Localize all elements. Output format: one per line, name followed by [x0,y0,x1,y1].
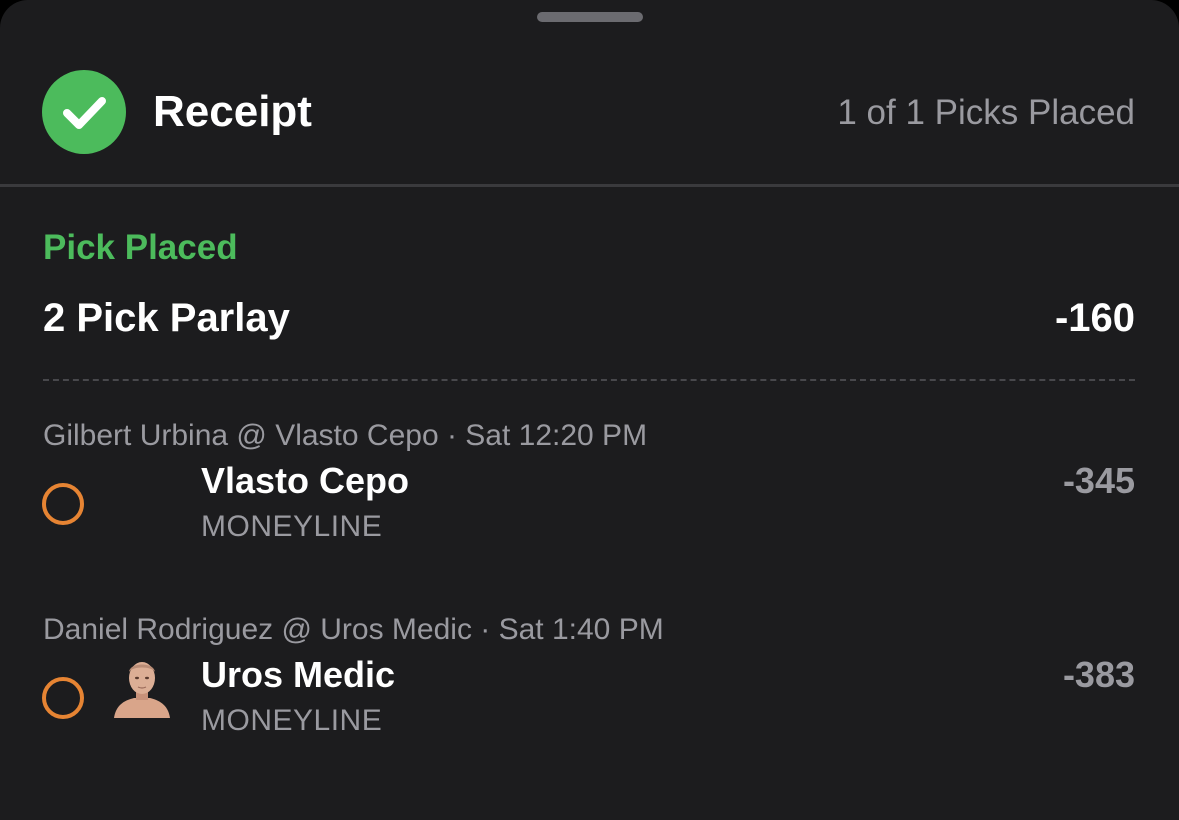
header-divider [0,184,1179,187]
leg-market: MONEYLINE [201,704,383,737]
receipt-sheet: Receipt 1 of 1 Picks Placed Pick Placed … [0,0,1179,820]
leg-event-info: Gilbert Urbina @ Vlasto Cepo · Sat 12:20… [43,419,648,452]
sheet-grabber-handle[interactable] [537,12,643,22]
leg-market: MONEYLINE [201,510,383,543]
parlay-leg[interactable]: Daniel Rodriguez @ Uros Medic · Sat 1:40… [0,610,1179,770]
pending-circle-icon [42,677,84,719]
parlay-title: 2 Pick Parlay [43,296,290,340]
parlay-leg[interactable]: Gilbert Urbina @ Vlasto Cepo · Sat 12:20… [0,416,1179,576]
check-circle-icon [42,70,126,154]
parlay-odds: -160 [1054,296,1135,340]
leg-selection: Uros Medic [201,654,396,695]
leg-odds: -345 [1062,460,1135,501]
pick-status: Pick Placed [43,228,238,267]
pending-circle-icon [42,483,84,525]
receipt-title: Receipt [153,87,312,136]
receipt-header: Receipt 1 of 1 Picks Placed [0,70,1179,154]
leg-selection: Vlasto Cepo [201,460,410,501]
fighter-avatar [110,654,174,718]
leg-event-info: Daniel Rodriguez @ Uros Medic · Sat 1:40… [43,613,664,646]
dashed-separator [43,379,1135,381]
leg-odds: -383 [1062,654,1135,695]
picks-placed-count: 1 of 1 Picks Placed [837,93,1135,132]
